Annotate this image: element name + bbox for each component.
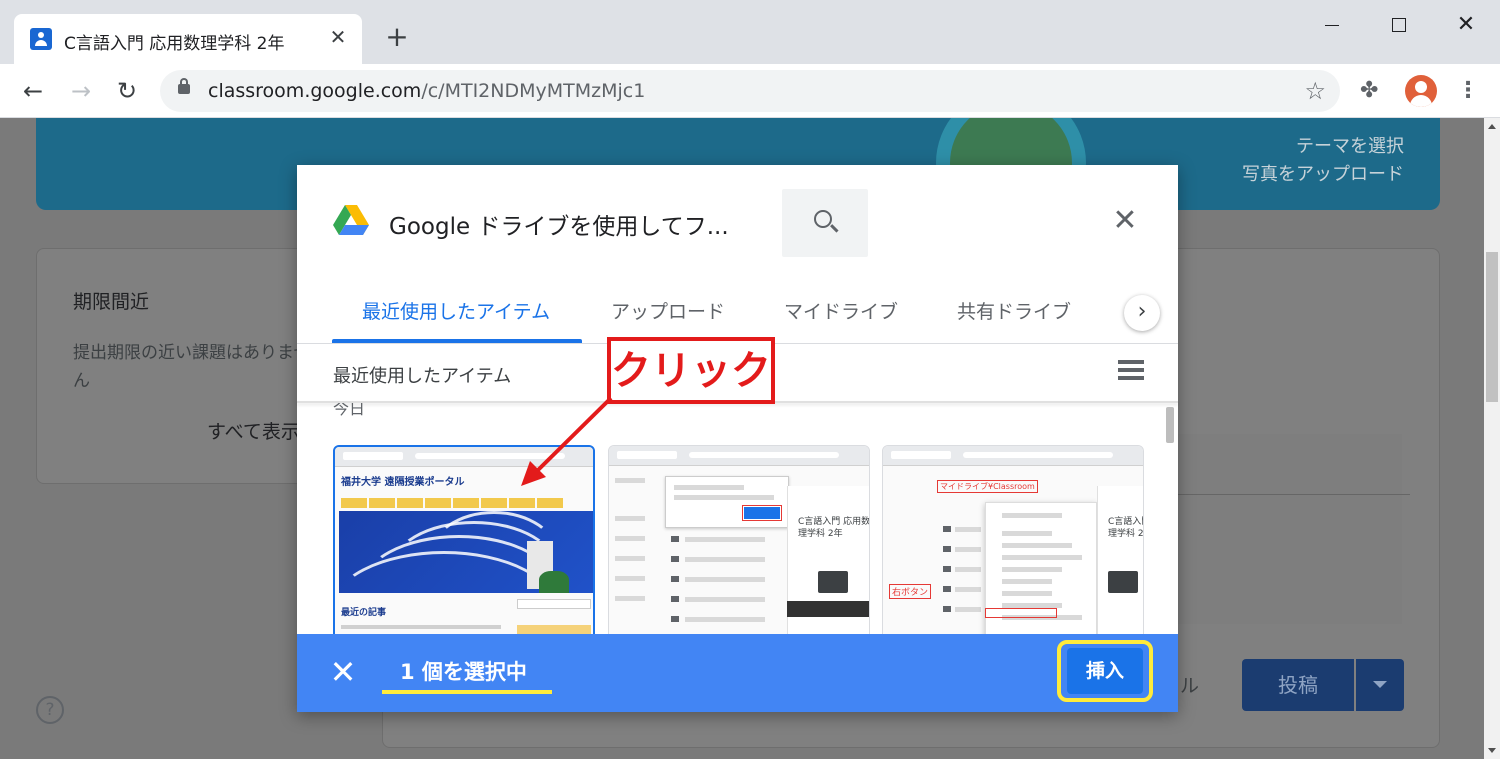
upcoming-title: 期限間近 [73, 291, 150, 313]
group-label-today: 今日 [333, 403, 366, 418]
grid-scroll-thumb[interactable] [1166, 407, 1174, 443]
address-bar[interactable]: classroom.google.com/c/MTI2NDMyMTMzMjc1 … [160, 70, 1340, 112]
thumb-right-click-label: 右ボタン [889, 584, 932, 599]
scroll-down-arrow-icon[interactable] [1488, 748, 1496, 753]
thumb-side-search [517, 599, 591, 609]
post-dropdown-chevron-icon[interactable] [1356, 659, 1404, 711]
browser-tab-active[interactable]: C言語入門 応用数理学科 2年 ✕ [14, 14, 362, 64]
kebab-menu-icon[interactable]: ⋮ [1456, 76, 1480, 106]
file-thumbnail-1[interactable]: 福井大学 遠隔授業ポータル 最近の記事 [333, 445, 595, 634]
window-maximize-button[interactable] [1376, 10, 1422, 40]
scroll-up-arrow-icon[interactable] [1488, 124, 1496, 129]
url-text[interactable]: classroom.google.com/c/MTI2NDMyMTMzMjc1 [208, 80, 645, 102]
picker-close-icon[interactable]: ✕ [1109, 205, 1141, 237]
tab-shared-drives[interactable]: 共有ドライブ [957, 297, 1071, 324]
help-icon[interactable]: ? [36, 696, 64, 724]
thumb-browser-bar [883, 446, 1143, 466]
back-arrow-icon[interactable]: ← [18, 76, 48, 106]
bookmark-star-icon[interactable]: ☆ [1304, 76, 1326, 106]
search-button[interactable] [782, 189, 868, 257]
profile-avatar[interactable] [1405, 75, 1437, 107]
url-domain: classroom.google.com [208, 80, 422, 102]
tab-my-drive[interactable]: マイドライブ [784, 297, 898, 324]
extensions-puzzle-icon[interactable]: ✤ [1360, 76, 1378, 106]
tab-close-icon[interactable]: ✕ [326, 25, 350, 49]
thumb-toast [787, 601, 869, 617]
list-view-icon[interactable] [1118, 360, 1144, 380]
post-button[interactable]: 投稿 [1242, 659, 1354, 711]
new-tab-plus-icon[interactable]: + [382, 22, 412, 52]
picker-title: Google ドライブを使用してフ... [389, 214, 729, 240]
thumb-confirm-dialog [665, 476, 789, 528]
drive-picker-dialog: Google ドライブを使用してフ... ✕ 最近使用したアイテム アップロード… [297, 165, 1178, 712]
thumb-side-banner [517, 625, 591, 634]
lock-icon[interactable] [178, 78, 190, 94]
file-thumbnail-2[interactable]: C言語入門 応用数理学科 2年 [608, 445, 870, 634]
google-drive-logo-icon [333, 205, 369, 235]
classroom-favicon-icon [30, 28, 52, 50]
window-close-button[interactable]: ✕ [1443, 10, 1489, 40]
thumb-path-label: マイドライブ¥Classroom [937, 480, 1038, 493]
clear-selection-close-icon[interactable]: ✕ [325, 654, 361, 690]
tab-strip: C言語入門 応用数理学科 2年 ✕ + ✕ [0, 0, 1500, 64]
url-path: /c/MTI2NDMyMTMzMjc1 [421, 80, 646, 102]
thumb-menu-bar [341, 493, 587, 508]
thumb-browser-bar [335, 447, 593, 467]
browser-toolbar: ← → ↻ classroom.google.com/c/MTI2NDMyMTM… [0, 64, 1500, 118]
tab-upload[interactable]: アップロード [611, 297, 725, 324]
tabs-next-chevron-icon[interactable]: › [1124, 295, 1160, 331]
thumb-panel-title: C言語入門 応用数理学科 2年 [1108, 517, 1144, 539]
thumb-panel-title: C言語入門 応用数理学科 2年 [798, 517, 870, 539]
tab-recent[interactable]: 最近使用したアイテム [362, 297, 550, 324]
upload-photo-link[interactable]: 写真をアップロード [1242, 160, 1404, 186]
thumb-portal-heading: 福井大学 遠隔授業ポータル [341, 477, 465, 488]
thumb-news-heading: 最近の記事 [341, 608, 387, 618]
click-annotation-label: クリック [611, 348, 771, 394]
select-theme-link[interactable]: テーマを選択 [1296, 132, 1404, 158]
scroll-thumb[interactable] [1486, 252, 1498, 402]
view-all-link[interactable]: すべて表示 [207, 417, 300, 444]
thumb-details-panel: C言語入門 応用数理学科 2年 [1097, 486, 1144, 634]
section-header: 最近使用したアイテム [333, 366, 512, 387]
forward-arrow-icon[interactable]: → [66, 76, 96, 106]
upcoming-card: 期限間近 提出期限の近い課題はありません すべて表示 [36, 248, 338, 484]
reload-icon[interactable]: ↻ [112, 76, 142, 106]
thumb-download-highlight [985, 608, 1057, 618]
selection-action-bar: ✕ 1 個を選択中 挿入 [297, 634, 1178, 712]
picker-tabs: 最近使用したアイテム アップロード マイドライブ 共有ドライブ [297, 283, 1178, 343]
selected-count-underline [382, 690, 552, 694]
search-icon [814, 210, 832, 228]
insert-button-highlight [1057, 640, 1153, 702]
selected-count: 1 個を選択中 [400, 660, 527, 684]
upcoming-text: 提出期限の近い課題はありません [73, 343, 311, 391]
click-annotation-box: クリック [607, 337, 775, 404]
thumb-browser-bar [609, 446, 869, 466]
thumb-hero-image [339, 511, 593, 593]
file-grid: 今日 福井大学 遠隔授業ポータル 最近の記事 C言語入門 応用数理学科 2年 マ… [297, 403, 1178, 634]
window-minimize-button[interactable] [1309, 10, 1355, 40]
tab-title: C言語入門 応用数理学科 2年 [64, 34, 285, 54]
compose-cancel-text[interactable]: ル [1180, 671, 1199, 698]
page-scrollbar[interactable] [1484, 118, 1500, 759]
file-thumbnail-3[interactable]: マイドライブ¥Classroom 右ボタン C言語入門 応用数理学科 2年 [882, 445, 1144, 634]
